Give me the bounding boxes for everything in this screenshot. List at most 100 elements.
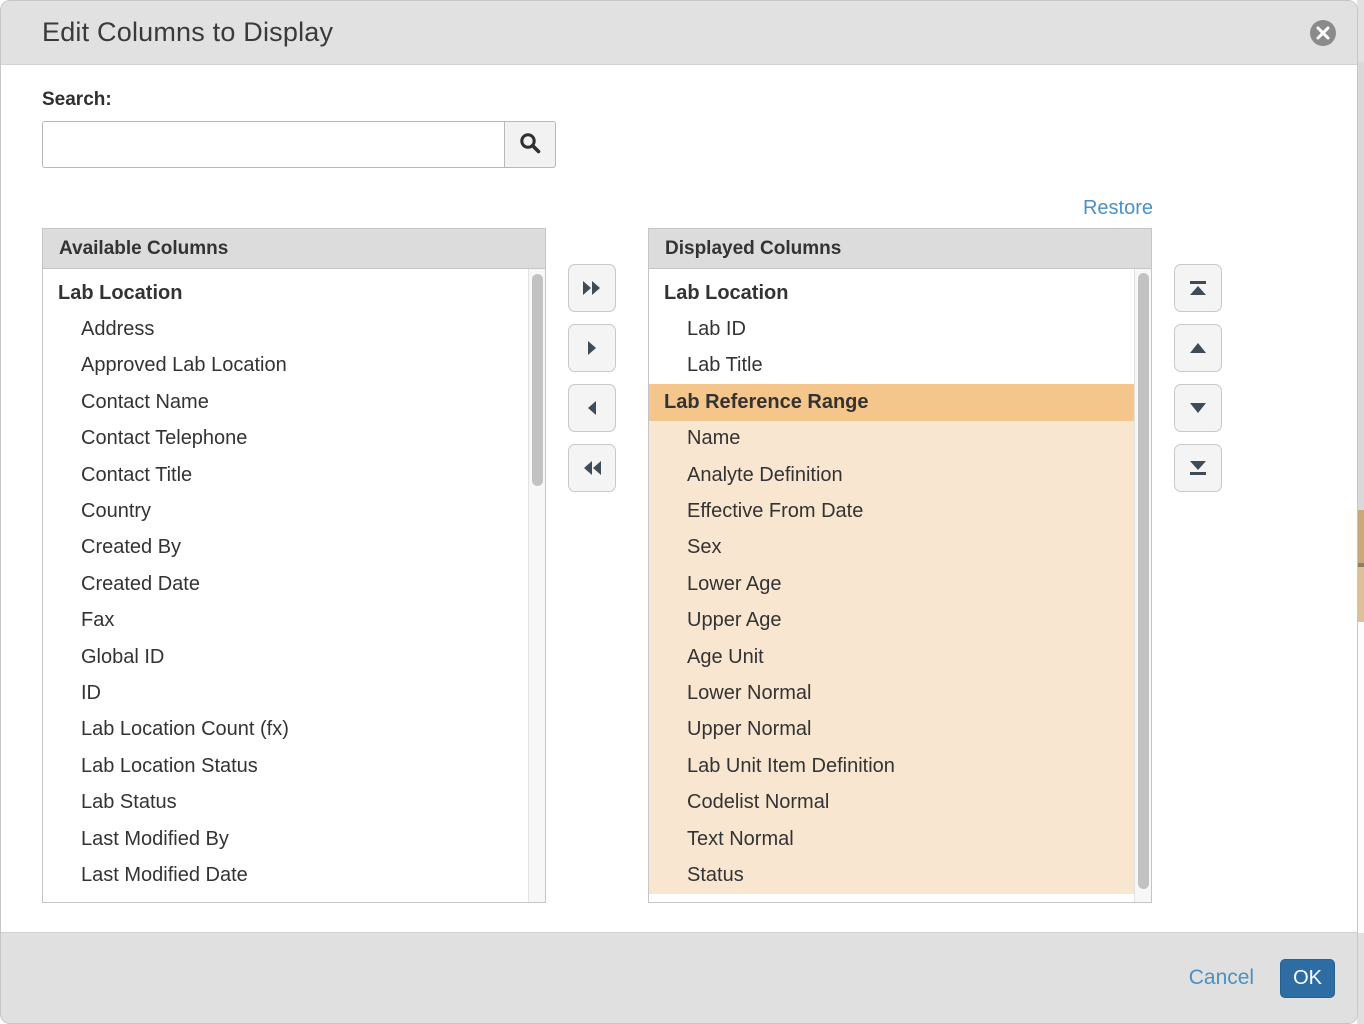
list-item[interactable]: Contact Name bbox=[43, 384, 528, 420]
list-item-label: Lab Unit Item Definition bbox=[687, 755, 895, 778]
move-to-top-icon bbox=[1188, 279, 1208, 297]
list-item[interactable]: Analyte Definition bbox=[649, 457, 1134, 493]
list-item-label: Upper Normal bbox=[687, 718, 811, 741]
available-columns-header: Available Columns bbox=[42, 228, 546, 268]
restore-link[interactable]: Restore bbox=[648, 197, 1153, 220]
available-scrollbar-thumb[interactable] bbox=[532, 274, 543, 486]
list-item-label: Lab Location Count (fx) bbox=[81, 718, 289, 741]
list-item-label: Lab Reference Range bbox=[664, 391, 869, 414]
list-item-label: Analyte Definition bbox=[687, 464, 843, 487]
move-to-bottom-button[interactable] bbox=[1174, 444, 1222, 492]
list-item-label: Lab Location bbox=[58, 282, 182, 305]
close-button[interactable] bbox=[1310, 20, 1336, 46]
list-item-label: Lower Normal bbox=[687, 682, 811, 705]
move-down-button[interactable] bbox=[1174, 384, 1222, 432]
list-item[interactable]: Text Normal bbox=[649, 821, 1134, 857]
edit-columns-dialog: Edit Columns to Display Search: Restore … bbox=[0, 0, 1358, 1024]
list-item-label: Status bbox=[687, 864, 744, 887]
list-item[interactable]: Lab Status bbox=[43, 784, 528, 820]
list-item[interactable]: Fax bbox=[43, 603, 528, 639]
list-item[interactable]: Upper Age bbox=[649, 603, 1134, 639]
list-item-label: Age Unit bbox=[687, 646, 764, 669]
list-item-label: Contact Title bbox=[81, 464, 192, 487]
move-all-left-icon bbox=[581, 459, 603, 477]
close-icon bbox=[1316, 26, 1330, 40]
ok-button[interactable]: OK bbox=[1280, 959, 1335, 998]
available-scrollbar-track[interactable] bbox=[528, 269, 545, 902]
list-item-label: Lab ID bbox=[687, 318, 746, 341]
move-to-top-button[interactable] bbox=[1174, 264, 1222, 312]
search-icon bbox=[518, 131, 542, 158]
reorder-button-stack bbox=[1174, 264, 1222, 492]
list-item[interactable]: Age Unit bbox=[649, 639, 1134, 675]
search-label: Search: bbox=[42, 89, 112, 111]
list-item-label: Created Date bbox=[81, 573, 200, 596]
list-item-label: Codelist Normal bbox=[687, 791, 829, 814]
list-item[interactable]: Country bbox=[43, 493, 528, 529]
list-item[interactable]: Lab Location Status bbox=[43, 748, 528, 784]
list-item[interactable]: ID bbox=[43, 675, 528, 711]
displayed-scrollbar-track[interactable] bbox=[1134, 269, 1151, 902]
list-item[interactable]: Effective From Date bbox=[649, 493, 1134, 529]
displayed-scrollbar-thumb[interactable] bbox=[1138, 273, 1149, 889]
search-input[interactable] bbox=[42, 121, 504, 168]
list-item-label: Global ID bbox=[81, 646, 164, 669]
move-all-right-button[interactable] bbox=[568, 264, 616, 312]
list-item[interactable]: Lab Location bbox=[649, 275, 1134, 311]
list-item[interactable]: Contact Title bbox=[43, 457, 528, 493]
list-item-label: Text Normal bbox=[687, 828, 794, 851]
list-item[interactable]: Global ID bbox=[43, 639, 528, 675]
list-item-label: Last Modified By bbox=[81, 828, 229, 851]
list-item[interactable]: Name bbox=[649, 421, 1134, 457]
list-item[interactable]: Lab Reference Range bbox=[649, 384, 1134, 420]
background-page-edge bbox=[1357, 0, 1364, 1024]
displayed-columns-panel: Displayed Columns Lab Location Lab ID La… bbox=[648, 228, 1152, 903]
list-item-label: Lower Age bbox=[687, 573, 782, 596]
list-item[interactable]: Lower Age bbox=[649, 566, 1134, 602]
dialog-header: Edit Columns to Display bbox=[1, 1, 1357, 65]
search-button[interactable] bbox=[504, 121, 556, 168]
available-columns-panel: Available Columns Lab Location Address A… bbox=[42, 228, 546, 903]
list-item[interactable]: Upper Normal bbox=[649, 712, 1134, 748]
list-item-label: Lab Location Status bbox=[81, 755, 258, 778]
list-item-label: Address bbox=[81, 318, 154, 341]
cancel-button[interactable]: Cancel bbox=[1189, 966, 1254, 990]
list-item[interactable]: Lab Location bbox=[43, 275, 528, 311]
list-item-label: Country bbox=[81, 500, 151, 523]
list-item-label: Last Modified Date bbox=[81, 864, 248, 887]
move-up-button[interactable] bbox=[1174, 324, 1222, 372]
list-item[interactable]: Address bbox=[43, 311, 528, 347]
move-up-icon bbox=[1188, 341, 1208, 355]
list-item[interactable]: Status bbox=[649, 857, 1134, 893]
list-item[interactable]: Lab Title bbox=[649, 348, 1134, 384]
list-item[interactable]: Created Date bbox=[43, 566, 528, 602]
displayed-columns-list[interactable]: Lab Location Lab ID Lab Title Lab Refere… bbox=[648, 268, 1152, 903]
list-item[interactable]: Contact Telephone bbox=[43, 421, 528, 457]
available-columns-list[interactable]: Lab Location Address Approved Lab Locati… bbox=[42, 268, 546, 903]
list-item-label: Approved Lab Location bbox=[81, 354, 287, 377]
list-item[interactable]: Created By bbox=[43, 530, 528, 566]
move-right-icon bbox=[585, 339, 599, 357]
list-item[interactable]: Lower Normal bbox=[649, 675, 1134, 711]
move-left-button[interactable] bbox=[568, 384, 616, 432]
move-all-right-icon bbox=[581, 279, 603, 297]
dialog-footer: Cancel OK bbox=[1, 932, 1357, 1023]
dialog-title: Edit Columns to Display bbox=[42, 17, 333, 48]
list-item-label: Upper Age bbox=[687, 609, 782, 632]
list-item-label: Name bbox=[687, 427, 740, 450]
move-to-bottom-icon bbox=[1188, 459, 1208, 477]
list-item[interactable]: Last Modified Date bbox=[43, 857, 528, 893]
list-item[interactable]: Lab ID bbox=[649, 311, 1134, 347]
list-item[interactable]: Lab Unit Item Definition bbox=[649, 748, 1134, 784]
list-item-label: Lab Location bbox=[664, 282, 788, 305]
list-item-label: Lab Title bbox=[687, 354, 763, 377]
list-item-label: Sex bbox=[687, 536, 721, 559]
list-item[interactable]: Last Modified By bbox=[43, 821, 528, 857]
list-item[interactable]: Approved Lab Location bbox=[43, 348, 528, 384]
list-item[interactable]: Lab Location Count (fx) bbox=[43, 712, 528, 748]
move-right-button[interactable] bbox=[568, 324, 616, 372]
list-item[interactable]: Codelist Normal bbox=[649, 784, 1134, 820]
move-all-left-button[interactable] bbox=[568, 444, 616, 492]
list-item[interactable]: Sex bbox=[649, 530, 1134, 566]
list-item-label: Contact Name bbox=[81, 391, 209, 414]
